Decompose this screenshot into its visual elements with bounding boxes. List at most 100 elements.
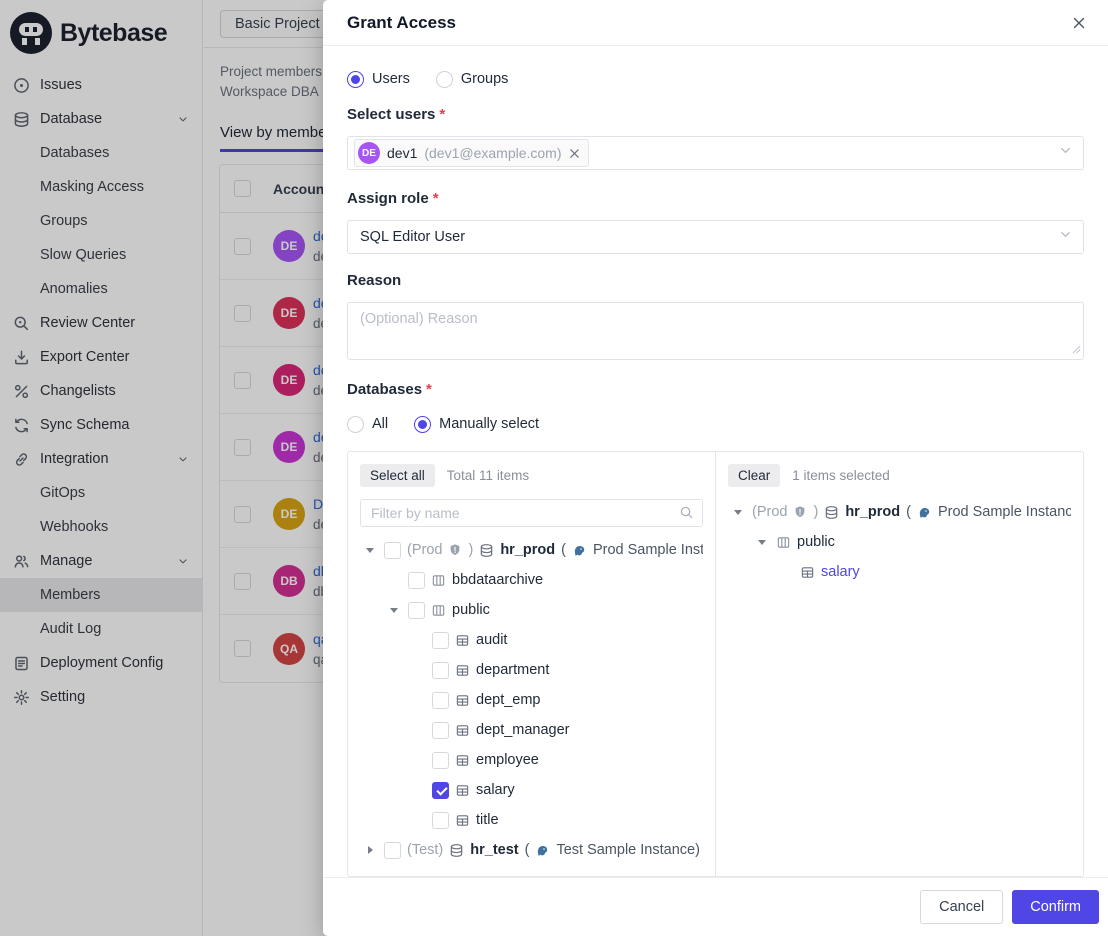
required-mark: * bbox=[439, 106, 445, 123]
modal-title: Grant Access bbox=[347, 13, 456, 33]
table-icon bbox=[455, 753, 470, 768]
database-icon bbox=[449, 843, 464, 858]
panel-selected-column: Clear 1 items selected (Prod ) hr_prod ( bbox=[716, 452, 1083, 876]
clear-button[interactable]: Clear bbox=[728, 464, 780, 487]
tree-row-title[interactable]: title bbox=[360, 805, 703, 835]
tree-row-public[interactable]: public bbox=[360, 595, 703, 625]
schema-icon bbox=[431, 603, 446, 618]
tree-row-dept-emp[interactable]: dept_emp bbox=[360, 685, 703, 715]
select-users-label: Select users* bbox=[347, 106, 1084, 128]
remove-tag-icon[interactable] bbox=[569, 148, 580, 159]
caret-down-icon[interactable] bbox=[754, 534, 770, 550]
tree-row-bbdataarchive[interactable]: bbdataarchive bbox=[360, 565, 703, 595]
radio-users[interactable]: Users bbox=[347, 71, 410, 88]
reason-textarea[interactable] bbox=[347, 302, 1084, 360]
radio-off-icon[interactable] bbox=[436, 71, 453, 88]
user-tag-name: dev1 bbox=[387, 145, 417, 161]
tree-row-hr-prod[interactable]: (Prod ) hr_prod ( Prod Sample Instance) bbox=[360, 535, 703, 565]
tree-row-salary[interactable]: salary bbox=[360, 775, 703, 805]
checkbox[interactable] bbox=[432, 752, 449, 769]
assign-role-select[interactable]: SQL Editor User bbox=[347, 220, 1084, 254]
checkbox-checked[interactable] bbox=[432, 782, 449, 799]
checkbox[interactable] bbox=[432, 722, 449, 739]
caret-right-icon[interactable] bbox=[362, 842, 378, 858]
tree-row-salary-selected[interactable]: salary bbox=[728, 557, 1071, 587]
search-icon bbox=[679, 505, 694, 525]
checkbox[interactable] bbox=[432, 812, 449, 829]
assign-role-value: SQL Editor User bbox=[354, 229, 465, 245]
table-icon bbox=[455, 633, 470, 648]
caret-down-icon[interactable] bbox=[362, 542, 378, 558]
postgres-icon bbox=[917, 505, 932, 520]
resize-handle-icon[interactable] bbox=[1072, 341, 1081, 359]
tree-row-public-selected[interactable]: public bbox=[728, 527, 1071, 557]
radio-on-icon[interactable] bbox=[347, 71, 364, 88]
database-icon bbox=[824, 505, 839, 520]
tree-row-department[interactable]: department bbox=[360, 655, 703, 685]
modal-footer: Cancel Confirm bbox=[323, 877, 1108, 936]
reason-field-wrap bbox=[347, 302, 1084, 365]
table-icon bbox=[455, 783, 470, 798]
selected-items-count: 1 items selected bbox=[792, 468, 890, 483]
confirm-button[interactable]: Confirm bbox=[1012, 890, 1099, 924]
checkbox[interactable] bbox=[384, 542, 401, 559]
table-icon bbox=[455, 723, 470, 738]
databases-mode-radios: All Manually select bbox=[347, 413, 1084, 435]
table-icon bbox=[455, 813, 470, 828]
user-tag: DE dev1 (dev1@example.com) bbox=[354, 139, 589, 167]
modal-body: Users Groups Select users* DE dev1 (dev1… bbox=[323, 46, 1108, 877]
postgres-icon bbox=[572, 543, 587, 558]
app-root: Bytebase Issues Database Databases Maski… bbox=[0, 0, 1108, 936]
tree-row-employee[interactable]: employee bbox=[360, 745, 703, 775]
radio-on-icon[interactable] bbox=[414, 416, 431, 433]
checkbox[interactable] bbox=[384, 842, 401, 859]
selected-tree: (Prod ) hr_prod ( Prod Sample Instance) bbox=[728, 497, 1071, 864]
caret-down-icon[interactable] bbox=[386, 602, 402, 618]
table-icon bbox=[455, 663, 470, 678]
checkbox[interactable] bbox=[408, 572, 425, 589]
tree-row-dept-manager[interactable]: dept_manager bbox=[360, 715, 703, 745]
panel-source-column: Select all Total 11 items (Prod bbox=[348, 452, 716, 876]
source-tree: (Prod ) hr_prod ( Prod Sample Instance) bbox=[360, 535, 703, 864]
shield-icon bbox=[793, 505, 807, 519]
tree-row-hr-prod-selected[interactable]: (Prod ) hr_prod ( Prod Sample Instance) bbox=[728, 497, 1071, 527]
required-mark: * bbox=[426, 381, 432, 398]
database-transfer-panel: Select all Total 11 items (Prod bbox=[347, 451, 1084, 877]
databases-label: Databases* bbox=[347, 381, 1084, 403]
shield-icon bbox=[448, 543, 462, 557]
avatar: DE bbox=[358, 142, 380, 164]
chevron-down-icon bbox=[1059, 228, 1072, 246]
checkbox[interactable] bbox=[432, 662, 449, 679]
total-items-count: Total 11 items bbox=[447, 468, 529, 483]
radio-manually-select[interactable]: Manually select bbox=[414, 416, 539, 433]
radio-groups[interactable]: Groups bbox=[436, 71, 509, 88]
user-tag-email: (dev1@example.com) bbox=[424, 145, 561, 161]
table-icon bbox=[455, 693, 470, 708]
schema-icon bbox=[431, 573, 446, 588]
filter-field bbox=[360, 499, 703, 527]
required-mark: * bbox=[433, 190, 439, 207]
radio-off-icon[interactable] bbox=[347, 416, 364, 433]
checkbox[interactable] bbox=[432, 692, 449, 709]
tree-row-audit[interactable]: audit bbox=[360, 625, 703, 655]
schema-icon bbox=[776, 535, 791, 550]
tree-row-hr-test[interactable]: (Test) hr_test ( Test Sample Instance) bbox=[360, 835, 703, 864]
reason-label: Reason bbox=[347, 272, 1084, 294]
table-icon bbox=[800, 565, 815, 580]
filter-input[interactable] bbox=[360, 499, 703, 527]
cancel-button[interactable]: Cancel bbox=[920, 890, 1003, 924]
database-icon bbox=[479, 543, 494, 558]
grant-access-modal: Grant Access Users Groups Select users* bbox=[323, 0, 1108, 936]
modal-header: Grant Access bbox=[323, 0, 1108, 46]
select-all-button[interactable]: Select all bbox=[360, 464, 435, 487]
assign-role-label: Assign role* bbox=[347, 190, 1084, 212]
caret-down-icon[interactable] bbox=[730, 504, 746, 520]
checkbox[interactable] bbox=[432, 632, 449, 649]
radio-all[interactable]: All bbox=[347, 416, 388, 433]
member-type-radios: Users Groups bbox=[347, 68, 1084, 90]
checkbox[interactable] bbox=[408, 602, 425, 619]
close-icon[interactable] bbox=[1068, 12, 1090, 34]
select-users-input[interactable]: DE dev1 (dev1@example.com) bbox=[347, 136, 1084, 170]
postgres-icon bbox=[535, 843, 550, 858]
chevron-down-icon bbox=[1059, 144, 1072, 162]
